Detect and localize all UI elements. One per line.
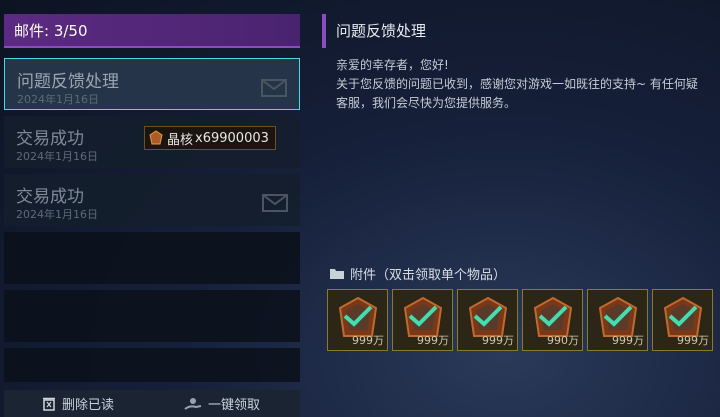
mail-body: 亲爱的幸存者，您好! 关于您反馈的问题已收到，感谢您对游戏一如既往的支持~ 有任何… bbox=[322, 56, 720, 113]
crystal-core-icon bbox=[149, 130, 163, 145]
mail-date: 2024年1月16日 bbox=[16, 150, 98, 163]
check-icon bbox=[603, 305, 633, 327]
attachment-quantity: 999万 bbox=[612, 334, 644, 347]
folder-icon bbox=[330, 269, 344, 279]
attachment-slot[interactable]: 999万 bbox=[327, 289, 388, 351]
mail-item[interactable]: 交易成功 2024年1月16日 晶核 x69900003 bbox=[4, 116, 300, 168]
check-icon bbox=[668, 305, 698, 327]
attachment-slot[interactable]: 999万 bbox=[457, 289, 518, 351]
empty-mail-slot bbox=[4, 290, 300, 342]
mail-title: 问题反馈处理 bbox=[17, 72, 119, 92]
mail-title: 交易成功 bbox=[16, 129, 84, 149]
mail-action-bar: 删除已读 一键领取 bbox=[4, 390, 300, 417]
mail-count-header: 邮件: 3/50 bbox=[4, 14, 300, 48]
mail-list-panel: 邮件: 3/50 问题反馈处理 2024年1月16日 交易成功 2024年1月1… bbox=[4, 14, 300, 388]
attachment-slot[interactable]: 999万 bbox=[652, 289, 713, 351]
empty-mail-slot bbox=[4, 348, 300, 382]
envelope-icon bbox=[262, 194, 288, 212]
mail-detail-panel: 问题反馈处理 亲爱的幸存者，您好! 关于您反馈的问题已收到，感谢您对游戏一如既往的… bbox=[322, 14, 720, 113]
mail-date: 2024年1月16日 bbox=[17, 93, 99, 106]
mail-greeting: 亲爱的幸存者，您好! bbox=[336, 58, 449, 72]
delete-read-button[interactable]: 删除已读 bbox=[42, 394, 114, 413]
attachment-slot[interactable]: 999万 bbox=[587, 289, 648, 351]
attachment-quantity: 999万 bbox=[482, 334, 514, 347]
attachment-quantity: 999万 bbox=[417, 334, 449, 347]
check-icon bbox=[343, 305, 373, 327]
mail-body-text: 关于您反馈的问题已收到，感谢您对游戏一如既往的支持~ 有任何疑 客服，我们会尽快… bbox=[336, 77, 698, 110]
delete-read-label: 删除已读 bbox=[62, 398, 115, 413]
envelope-icon bbox=[261, 79, 287, 97]
attachment-preview: 晶核 x69900003 bbox=[144, 126, 276, 150]
attachments-header: 附件（双击领取单个物品） bbox=[330, 264, 506, 283]
claim-all-button[interactable]: 一键领取 bbox=[184, 394, 260, 413]
mail-list: 问题反馈处理 2024年1月16日 交易成功 2024年1月16日 晶核 x69… bbox=[4, 58, 300, 382]
trash-icon bbox=[43, 397, 55, 411]
attachment-slot[interactable]: 999万 bbox=[392, 289, 453, 351]
check-icon bbox=[408, 305, 438, 327]
mail-subject: 问题反馈处理 bbox=[322, 14, 720, 48]
attachment-quantity: 999万 bbox=[677, 334, 709, 347]
item-quantity: x69900003 bbox=[195, 130, 269, 146]
attachment-quantity: 999万 bbox=[352, 334, 384, 347]
attachment-slot[interactable]: 990万 bbox=[522, 289, 583, 351]
attachments-label: 附件（双击领取单个物品） bbox=[350, 268, 507, 283]
item-name: 晶核 bbox=[167, 132, 194, 148]
mail-title: 交易成功 bbox=[16, 187, 84, 207]
attachment-quantity: 990万 bbox=[547, 334, 579, 347]
mail-date: 2024年1月16日 bbox=[16, 208, 98, 221]
check-icon bbox=[473, 305, 503, 327]
mail-item[interactable]: 交易成功 2024年1月16日 bbox=[4, 174, 300, 226]
claim-all-label: 一键领取 bbox=[208, 398, 261, 413]
mail-item[interactable]: 问题反馈处理 2024年1月16日 bbox=[4, 58, 300, 110]
check-icon bbox=[538, 305, 568, 327]
hand-collect-icon bbox=[184, 397, 202, 410]
empty-mail-slot bbox=[4, 232, 300, 284]
attachment-grid: 999万 999万 999万 990万 999万 999万 bbox=[327, 289, 713, 351]
